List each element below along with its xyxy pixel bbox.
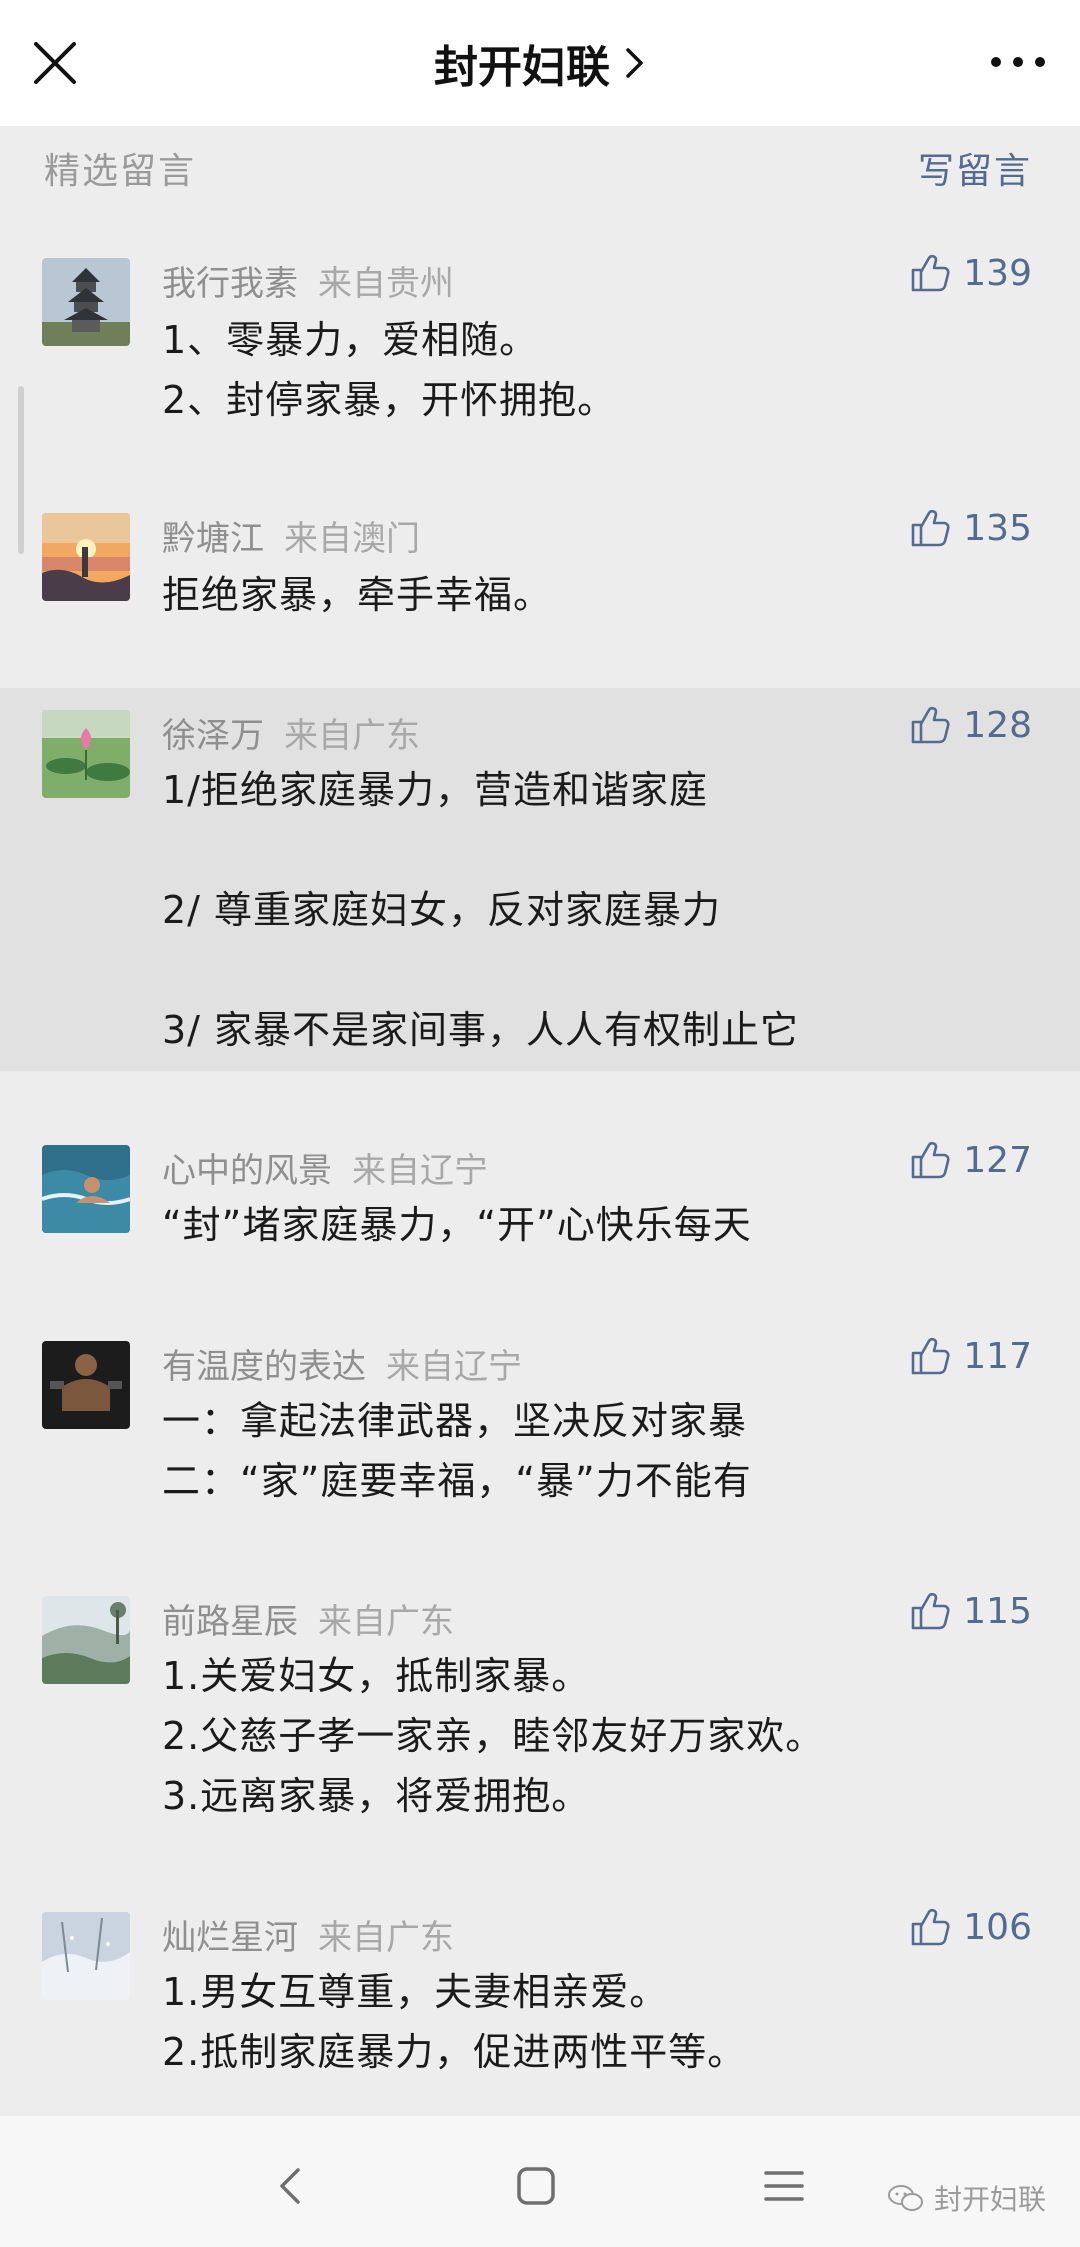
comment-text: 1.关爱妇女，抵制家暴。 2.父慈子孝一家亲，睦邻友好万家欢。 3.远离家暴，将…	[162, 1646, 1042, 1826]
commenter-name[interactable]: 前路星辰	[162, 1602, 298, 1642]
page-title: 封开妇联	[434, 42, 610, 93]
comment-item: 心中的风景 来自辽宁 127 “封”堵家庭暴力，“开”心快乐每天	[0, 1071, 1080, 1301]
comment-line: 1.男女互尊重，夫妻相亲爱。	[162, 1970, 669, 2014]
wechat-icon	[887, 2185, 923, 2211]
featured-comments-label: 精选留言	[44, 151, 197, 192]
like-button[interactable]: 117	[909, 1335, 1032, 1377]
comment-line	[162, 940, 1042, 1000]
system-nav-bar: 封开妇联	[0, 2116, 1080, 2247]
comment-line: 3.远离家暴，将爱拥抱。	[162, 1774, 591, 1818]
like-count: 135	[963, 507, 1032, 549]
comment-line: 1、零暴力，爱相随。	[162, 318, 539, 362]
more-icon[interactable]	[986, 42, 1050, 82]
comment-line: 2.抵制家庭暴力，促进两性平等。	[162, 2030, 747, 2074]
thumbs-up-icon	[911, 254, 950, 292]
close-icon[interactable]	[30, 38, 80, 88]
home-icon[interactable]	[506, 2156, 566, 2216]
commenter-location: 来自辽宁	[386, 1347, 522, 1387]
comment-line: 2/ 尊重家庭妇女，反对家庭暴力	[162, 888, 722, 932]
avatar[interactable]	[42, 1596, 130, 1684]
comment-text: “封”堵家庭暴力，“开”心快乐每天	[162, 1195, 1042, 1255]
commenter-location: 来自贵州	[318, 264, 454, 304]
comment-meta: 黔塘江 来自澳门	[162, 511, 420, 560]
comment-line: 3/ 家暴不是家间事，人人有权制止它	[162, 1008, 800, 1052]
write-comment-button[interactable]: 写留言	[918, 142, 1032, 194]
thumbs-up-icon	[911, 1141, 950, 1179]
comment-meta: 心中的风景 来自辽宁	[162, 1143, 488, 1192]
avatar[interactable]	[42, 710, 130, 798]
commenter-name[interactable]: 我行我素	[162, 264, 298, 304]
section-header: 精选留言 写留言	[0, 126, 1080, 210]
commenter-location: 来自辽宁	[352, 1151, 488, 1191]
avatar[interactable]	[42, 1145, 130, 1233]
like-count: 127	[963, 1139, 1032, 1181]
commenter-location: 来自广东	[318, 1918, 454, 1958]
thumbs-up-icon	[911, 1592, 950, 1630]
like-button[interactable]: 106	[909, 1906, 1032, 1948]
thumbs-up-icon	[911, 509, 950, 547]
like-count: 115	[963, 1590, 1032, 1632]
back-icon[interactable]	[260, 2156, 320, 2216]
like-button[interactable]: 127	[909, 1139, 1032, 1181]
avatar[interactable]	[42, 1912, 130, 2000]
like-button[interactable]: 139	[909, 252, 1032, 294]
comment-line	[162, 820, 1042, 880]
like-count: 139	[963, 252, 1032, 294]
commenter-name[interactable]: 有温度的表达	[162, 1347, 366, 1387]
comment-meta: 我行我素 来自贵州	[162, 256, 454, 305]
comment-line: 1.关爱妇女，抵制家暴。	[162, 1654, 591, 1698]
comment-line: 1/拒绝家庭暴力，营造和谐家庭	[162, 768, 708, 812]
commenter-location: 来自广东	[284, 716, 420, 756]
watermark: 封开妇联	[886, 2178, 1046, 2218]
comment-item: 灿烂星河 来自广东 106 1.男女互尊重，夫妻相亲爱。 2.抵制家庭暴力，促进两…	[0, 1874, 1080, 2116]
comment-item: 我行我素 来自贵州 139 1、零暴力，爱相随。 2、封停家暴，开怀拥抱。	[0, 230, 1080, 485]
comment-line: 二：“家”庭要幸福，“暴”力不能有	[162, 1459, 752, 1503]
comment-item: 有温度的表达 来自辽宁 117 一：拿起法律武器，坚决反对家暴 二：“家”庭要幸福…	[0, 1301, 1080, 1556]
thumbs-up-icon	[911, 1337, 950, 1375]
watermark-text: 封开妇联	[933, 2183, 1046, 2216]
commenter-name[interactable]: 徐泽万	[162, 716, 264, 756]
account-title-link[interactable]: 封开妇联	[434, 31, 646, 95]
avatar[interactable]	[42, 513, 130, 601]
comment-meta: 前路星辰 来自广东	[162, 1594, 454, 1643]
like-count: 117	[963, 1335, 1032, 1377]
comment-text: 一：拿起法律武器，坚决反对家暴 二：“家”庭要幸福，“暴”力不能有	[162, 1391, 1042, 1511]
comment-line: “封”堵家庭暴力，“开”心快乐每天	[162, 1203, 752, 1247]
commenter-name[interactable]: 黔塘江	[162, 519, 264, 559]
comment-text: 拒绝家暴，牵手幸福。	[162, 565, 1042, 625]
comment-line: 2.父慈子孝一家亲，睦邻友好万家欢。	[162, 1714, 825, 1758]
chevron-right-icon	[626, 48, 643, 78]
comment-item: 徐泽万 来自广东 128 1/拒绝家庭暴力，营造和谐家庭 2/ 尊重家庭妇女，反对…	[0, 688, 1080, 1071]
comment-line: 2、封停家暴，开怀拥抱。	[162, 378, 617, 422]
menu-icon[interactable]	[754, 2156, 814, 2216]
comment-item: 黔塘江 来自澳门 135 拒绝家暴，牵手幸福。	[0, 485, 1080, 688]
comment-text: 1/拒绝家庭暴力，营造和谐家庭 2/ 尊重家庭妇女，反对家庭暴力 3/ 家暴不是…	[162, 760, 1042, 1060]
comment-meta: 有温度的表达 来自辽宁	[162, 1339, 522, 1388]
comment-meta: 灿烂星河 来自广东	[162, 1910, 454, 1959]
comment-line: 一：拿起法律武器，坚决反对家暴	[162, 1399, 748, 1443]
comment-item: 前路星辰 来自广东 115 1.关爱妇女，抵制家暴。 2.父慈子孝一家亲，睦邻友好…	[0, 1556, 1080, 1874]
top-bar: 封开妇联	[0, 0, 1080, 126]
like-button[interactable]: 128	[909, 704, 1032, 746]
comment-line: 拒绝家暴，牵手幸福。	[162, 573, 553, 617]
commenter-location: 来自广东	[318, 1602, 454, 1642]
like-button[interactable]: 135	[909, 507, 1032, 549]
comment-text: 1、零暴力，爱相随。 2、封停家暴，开怀拥抱。	[162, 310, 1042, 430]
commenter-name[interactable]: 灿烂星河	[162, 1918, 298, 1958]
commenter-name[interactable]: 心中的风景	[162, 1151, 332, 1191]
comment-text: 1.男女互尊重，夫妻相亲爱。 2.抵制家庭暴力，促进两性平等。	[162, 1962, 1042, 2082]
comment-meta: 徐泽万 来自广东	[162, 708, 420, 757]
like-count: 128	[963, 704, 1032, 746]
thumbs-up-icon	[911, 1908, 950, 1946]
thumbs-up-icon	[911, 706, 950, 744]
like-button[interactable]: 115	[909, 1590, 1032, 1632]
avatar[interactable]	[42, 1341, 130, 1429]
like-count: 106	[963, 1906, 1032, 1948]
avatar[interactable]	[42, 258, 130, 346]
commenter-location: 来自澳门	[284, 519, 420, 559]
